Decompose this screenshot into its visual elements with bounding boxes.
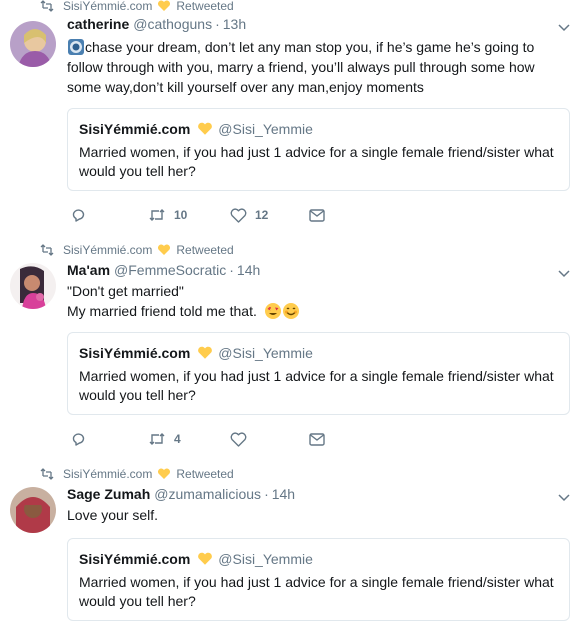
retweeted-label: Retweeted xyxy=(176,243,234,257)
chevron-down-icon[interactable] xyxy=(558,494,570,502)
like-button[interactable] xyxy=(230,431,247,447)
envelope-icon xyxy=(309,208,325,222)
quoted-author-handle[interactable]: @Sisi_Yemmie xyxy=(218,121,313,137)
avatar[interactable] xyxy=(10,263,56,309)
quoted-author-handle[interactable]: @Sisi_Yemmie xyxy=(218,345,313,361)
retweet-context: SisiYémmié.com Retweeted xyxy=(40,242,234,258)
quoted-text: Married women, if you had just 1 advice … xyxy=(79,574,554,609)
retweet-button[interactable]: 4 xyxy=(148,432,181,446)
retweet-count: 4 xyxy=(174,432,181,446)
yellow-heart-icon xyxy=(198,346,213,359)
retweeter-name[interactable]: SisiYémmié.com xyxy=(63,467,152,481)
retweeter-name[interactable]: SisiYémmié.com xyxy=(63,243,152,257)
author-name[interactable]: Sage Zumah xyxy=(67,486,150,502)
timestamp[interactable]: 14h xyxy=(272,486,295,502)
author-name[interactable]: catherine xyxy=(67,16,129,32)
tweet-text-line: My married friend told me that. xyxy=(67,303,257,319)
quoted-author-handle[interactable]: @Sisi_Yemmie xyxy=(218,551,313,567)
heart-icon xyxy=(230,431,247,447)
timestamp[interactable]: 13h xyxy=(223,16,246,32)
quoted-text: Married women, if you had just 1 advice … xyxy=(79,144,554,179)
yellow-heart-icon xyxy=(158,244,171,255)
chevron-down-icon[interactable] xyxy=(558,24,570,32)
quoted-tweet[interactable]: SisiYémmié.com @Sisi_Yemmie Married wome… xyxy=(67,538,570,621)
tweet[interactable]: SisiYémmié.com Retweeted Sage Zumah @zuma… xyxy=(0,458,583,629)
tweet-text: Love your self. xyxy=(67,507,159,523)
yellow-heart-icon xyxy=(158,0,171,12)
retweet-icon xyxy=(40,468,54,480)
avatar[interactable] xyxy=(10,487,56,533)
reply-button[interactable] xyxy=(71,208,87,223)
yellow-heart-icon xyxy=(198,552,213,565)
retweet-icon xyxy=(40,244,54,256)
retweet-count: 10 xyxy=(174,208,188,222)
author-name[interactable]: Ma'am xyxy=(67,262,110,278)
like-button[interactable]: 12 xyxy=(230,207,269,223)
direct-message-button[interactable] xyxy=(309,208,325,222)
retweet-icon xyxy=(149,433,165,445)
retweeted-label: Retweeted xyxy=(176,0,234,13)
retweet-context: SisiYémmié.com Retweeted xyxy=(40,0,234,14)
heart-eyes-emoji-icon xyxy=(264,303,281,319)
author-handle[interactable]: @zumamalicious xyxy=(154,486,261,502)
avatar[interactable] xyxy=(10,21,56,67)
quoted-tweet[interactable]: SisiYémmié.com @Sisi_Yemmie Married wome… xyxy=(67,108,570,191)
retweet-button[interactable]: 10 xyxy=(148,208,187,222)
quoted-text: Married women, if you had just 1 advice … xyxy=(79,368,554,403)
retweeted-label: Retweeted xyxy=(176,467,234,481)
tweet-text: chase your dream, don’t let any man stop… xyxy=(67,39,535,95)
tweet[interactable]: SisiYémmié.com Retweeted Ma'am @FemmeSocr… xyxy=(0,232,583,459)
yellow-heart-icon xyxy=(158,468,171,479)
retweet-context: SisiYémmié.com Retweeted xyxy=(40,466,234,482)
yellow-heart-icon xyxy=(198,122,213,135)
chevron-down-icon[interactable] xyxy=(558,270,570,278)
reply-icon xyxy=(72,208,85,222)
timestamp[interactable]: 14h xyxy=(237,262,260,278)
reply-icon xyxy=(72,432,85,446)
retweet-icon xyxy=(149,209,165,221)
quoted-author-name[interactable]: SisiYémmié.com xyxy=(79,345,190,361)
blue-circle-icon xyxy=(68,39,84,55)
envelope-icon xyxy=(309,432,325,446)
quoted-author-name[interactable]: SisiYémmié.com xyxy=(79,551,190,567)
tweet-text-line: "Don't get married" xyxy=(67,283,184,299)
tweet-text-container: "Don't get married" My married friend to… xyxy=(67,281,547,321)
like-count: 12 xyxy=(255,208,269,222)
direct-message-button[interactable] xyxy=(309,432,325,446)
author-handle[interactable]: @FemmeSocratic xyxy=(114,262,226,278)
tweet-text-container: chase your dream, don’t let any man stop… xyxy=(67,37,547,97)
author-handle[interactable]: @cathoguns xyxy=(133,16,212,32)
retweet-icon xyxy=(40,0,54,12)
reply-button[interactable] xyxy=(71,432,87,447)
heart-icon xyxy=(230,207,247,223)
quoted-author-name[interactable]: SisiYémmié.com xyxy=(79,121,190,137)
tweet[interactable]: SisiYémmié.com Retweeted catherine @catho… xyxy=(0,0,583,233)
quoted-tweet[interactable]: SisiYémmié.com @Sisi_Yemmie Married wome… xyxy=(67,332,570,415)
smiling-emoji-icon xyxy=(282,303,299,319)
retweeter-name[interactable]: SisiYémmié.com xyxy=(63,0,152,13)
